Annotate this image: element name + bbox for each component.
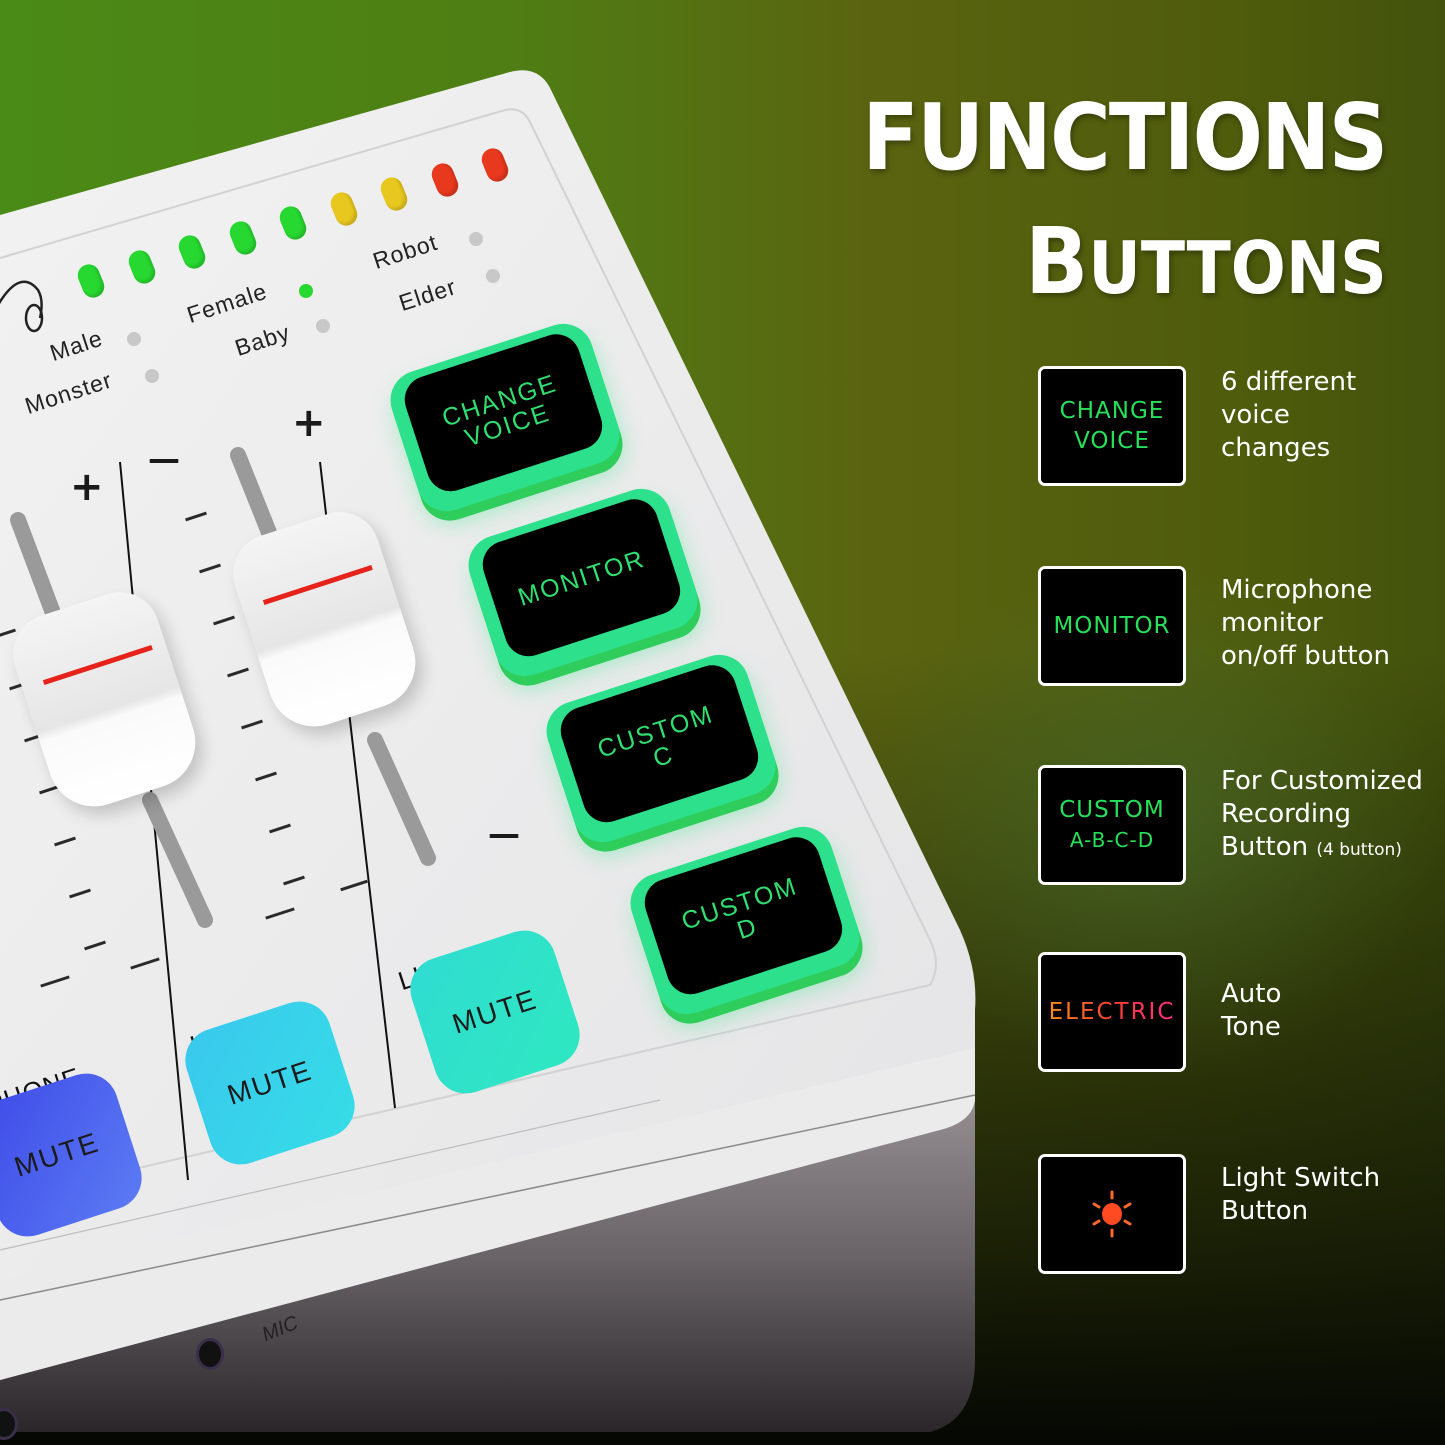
icon-label: VOICE — [1074, 428, 1150, 454]
headline-rest: UTTONS — [1088, 226, 1387, 310]
voice-mode-monster-indicator — [145, 369, 159, 383]
change-voice-icon: CHANGE VOICE — [1038, 366, 1186, 486]
mic-jack — [196, 1338, 224, 1370]
description-line: Button — [1221, 1196, 1309, 1226]
feature-custom: CUSTOM A-B-C-D For Customized Recording … — [1038, 765, 1438, 885]
description-line: changes — [1221, 433, 1331, 463]
electric-icon: ELECTRIC — [1038, 952, 1186, 1072]
feature-electric: ELECTRIC Auto Tone — [1038, 952, 1438, 1072]
mute-label: MUTE — [223, 1054, 317, 1111]
key-label: C — [649, 739, 678, 773]
mute-label: MUTE — [448, 983, 542, 1040]
mute-label: MUTE — [10, 1126, 104, 1183]
feature-description: Auto Tone — [1221, 978, 1281, 1044]
description-line: on/off button — [1221, 641, 1390, 671]
feature-description: 6 different voice changes — [1221, 366, 1356, 465]
description-line: Button — [1221, 832, 1309, 862]
icon-label: A-B-C-D — [1069, 828, 1155, 852]
voice-mode-robot-indicator — [469, 232, 483, 246]
description-line: 6 different — [1221, 367, 1357, 397]
description-line: For Customized — [1221, 766, 1423, 796]
headline-line-1: FUNCTIONS — [862, 84, 1389, 191]
custom-abcd-icon: CUSTOM A-B-C-D — [1038, 765, 1186, 885]
description-line: Auto — [1221, 979, 1282, 1009]
icon-label: MONITOR — [1053, 613, 1171, 639]
fader-minus-sign: — — [488, 815, 520, 853]
description-line: Tone — [1221, 1012, 1281, 1042]
feature-description: Microphone monitor on/off button — [1221, 574, 1390, 673]
feature-monitor: MONITOR Microphone monitor on/off button — [1038, 566, 1438, 686]
voice-mode-male-indicator — [127, 332, 141, 346]
voice-mode-baby-indicator — [316, 319, 330, 333]
sun-light-icon — [1092, 1190, 1132, 1238]
description-line: Light Switch — [1221, 1163, 1381, 1193]
description-line: Recording — [1221, 799, 1352, 829]
description-line: Microphone — [1221, 575, 1373, 605]
fader-plus-sign: + — [70, 464, 104, 510]
key-label: MONITOR — [514, 544, 649, 612]
monitor-icon: MONITOR — [1038, 566, 1186, 686]
feature-description: For Customized Recording Button (4 butto… — [1221, 765, 1423, 867]
feature-light-switch: Light Switch Button — [1038, 1154, 1438, 1274]
key-label: D — [733, 911, 762, 945]
icon-label: CHANGE — [1059, 398, 1165, 424]
icon-label: ELECTRIC — [1048, 999, 1176, 1025]
fader-minus-sign: — — [148, 440, 180, 478]
fader-plus-sign: + — [292, 400, 326, 446]
voice-mode-elder-indicator — [486, 269, 500, 283]
description-line: voice — [1221, 400, 1290, 430]
icon-label: CUSTOM — [1059, 797, 1165, 823]
headline-line-2: BUTTONS — [1025, 216, 1387, 308]
description-note: (4 button) — [1316, 840, 1402, 860]
headline-initial: B — [1025, 208, 1089, 315]
description-line: monitor — [1221, 608, 1323, 638]
feature-change-voice: CHANGE VOICE 6 different voice changes — [1038, 366, 1438, 486]
light-switch-icon-box — [1038, 1154, 1186, 1274]
feature-description: Light Switch Button — [1221, 1162, 1380, 1228]
product-infographic: Male Monster Female Baby Robot Elder + +… — [0, 0, 1445, 1445]
voice-mode-female-indicator — [299, 284, 313, 298]
